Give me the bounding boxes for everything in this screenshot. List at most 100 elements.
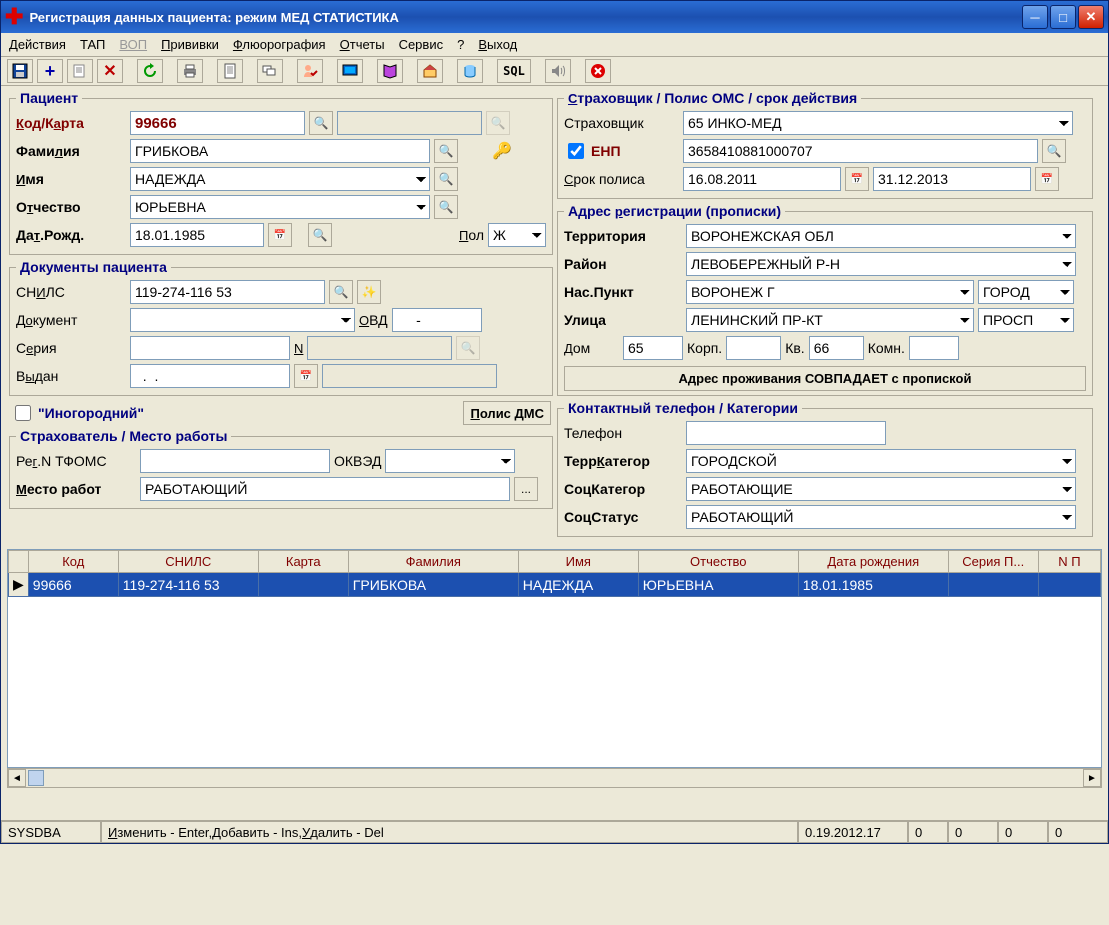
issued-by-input[interactable] xyxy=(322,364,497,388)
enp-input[interactable] xyxy=(683,139,1038,163)
save-icon[interactable] xyxy=(7,59,33,83)
sql-button[interactable]: SQL xyxy=(497,59,531,83)
add-icon[interactable]: + xyxy=(37,59,63,83)
soccat-input[interactable]: РАБОТАЮЩИЕ xyxy=(686,477,1076,501)
territory-input[interactable]: ВОРОНЕЖСКАЯ ОБЛ xyxy=(686,224,1076,248)
flat-input[interactable] xyxy=(809,336,864,360)
key-icon[interactable]: 🔑 xyxy=(490,139,514,163)
col-code[interactable]: Код xyxy=(28,551,118,573)
calendar-icon[interactable]: 📅 xyxy=(268,223,292,247)
place-browse-button[interactable]: ... xyxy=(514,477,538,501)
book-icon[interactable] xyxy=(377,59,403,83)
menu-service[interactable]: Сервис xyxy=(399,37,444,52)
menu-tap[interactable]: ТАП xyxy=(80,37,105,52)
screen-icon[interactable] xyxy=(337,59,363,83)
place-input[interactable] xyxy=(140,477,510,501)
maximize-button[interactable]: □ xyxy=(1050,5,1076,29)
menu-fluoro[interactable]: Флюорография xyxy=(233,37,326,52)
issued-calendar-icon[interactable]: 📅 xyxy=(294,364,318,388)
enp-lookup-icon[interactable]: 🔍 xyxy=(1042,139,1066,163)
phone-input[interactable] xyxy=(686,421,886,445)
regn-input[interactable] xyxy=(140,449,330,473)
socstat-input[interactable]: РАБОТАЮЩИЙ xyxy=(686,505,1076,529)
code-input[interactable] xyxy=(130,111,305,135)
n-input[interactable] xyxy=(307,336,452,360)
menu-help[interactable]: ? xyxy=(457,37,464,52)
minimize-button[interactable]: ─ xyxy=(1022,5,1048,29)
series-input[interactable] xyxy=(130,336,290,360)
doc-label: Документ xyxy=(16,312,126,328)
delete-icon[interactable]: ✕ xyxy=(97,59,123,83)
home-icon[interactable] xyxy=(417,59,443,83)
house-input[interactable] xyxy=(623,336,683,360)
edit-icon[interactable] xyxy=(67,59,93,83)
settlement-input[interactable]: ВОРОНЕЖ Г xyxy=(686,280,974,304)
street-input[interactable]: ЛЕНИНСКИЙ ПР-КТ xyxy=(686,308,974,332)
refresh-icon[interactable] xyxy=(137,59,163,83)
polis-dms-button[interactable]: Полис ДМС xyxy=(463,401,551,425)
col-surname[interactable]: Фамилия xyxy=(348,551,518,573)
dob-lookup-icon[interactable]: 🔍 xyxy=(308,223,332,247)
person-check-icon[interactable] xyxy=(297,59,323,83)
scroll-left-icon[interactable]: ◄ xyxy=(8,769,26,787)
name-input[interactable]: НАДЕЖДА xyxy=(130,167,430,191)
col-series[interactable]: Серия П... xyxy=(948,551,1038,573)
district-input[interactable]: ЛЕВОБЕРЕЖНЫЙ Р-Н xyxy=(686,252,1076,276)
menu-vaccines[interactable]: Прививки xyxy=(161,37,219,52)
code-lookup-icon[interactable]: 🔍 xyxy=(309,111,333,135)
menubar: Действия ТАП ВОП Прививки Флюорография О… xyxy=(1,33,1108,57)
settlement-type-input[interactable]: ГОРОД xyxy=(978,280,1074,304)
menu-exit[interactable]: Выход xyxy=(478,37,517,52)
sex-input[interactable]: Ж xyxy=(488,223,546,247)
status-hint: Изменить - Enter, Добавить - Ins, Удалит… xyxy=(101,821,798,843)
term-to-input[interactable] xyxy=(873,167,1031,191)
col-name[interactable]: Имя xyxy=(518,551,638,573)
stop-icon[interactable] xyxy=(585,59,611,83)
snils-action-icon[interactable]: ✨ xyxy=(357,280,381,304)
menu-actions[interactable]: Действия xyxy=(9,37,66,52)
patients-grid[interactable]: Код СНИЛС Карта Фамилия Имя Отчество Дат… xyxy=(7,549,1102,768)
ovd-input[interactable] xyxy=(392,308,482,332)
menu-reports[interactable]: Отчеты xyxy=(340,37,385,52)
snils-lookup-icon[interactable]: 🔍 xyxy=(329,280,353,304)
cards-icon[interactable] xyxy=(257,59,283,83)
surname-input[interactable] xyxy=(130,139,430,163)
horizontal-scrollbar[interactable]: ◄ ► xyxy=(7,768,1102,788)
address-match-button[interactable]: Адрес проживания СОВПАДАЕТ с пропиской xyxy=(564,366,1086,391)
col-patronymic[interactable]: Отчество xyxy=(638,551,798,573)
term-from-input[interactable] xyxy=(683,167,841,191)
patronymic-lookup-icon[interactable]: 🔍 xyxy=(434,195,458,219)
table-row[interactable]: ▶ 99666 119-274-116 53 ГРИБКОВА НАДЕЖДА … xyxy=(9,573,1101,597)
issued-date-input[interactable] xyxy=(130,364,290,388)
doc-input[interactable] xyxy=(130,308,355,332)
db-icon[interactable] xyxy=(457,59,483,83)
doc-icon[interactable] xyxy=(217,59,243,83)
insurer-input[interactable]: 65 ИНКО-МЕД xyxy=(683,111,1073,135)
dob-input[interactable] xyxy=(130,223,264,247)
snils-input[interactable] xyxy=(130,280,325,304)
surname-lookup-icon[interactable]: 🔍 xyxy=(434,139,458,163)
col-card[interactable]: Карта xyxy=(258,551,348,573)
col-snils[interactable]: СНИЛС xyxy=(118,551,258,573)
terrcat-input[interactable]: ГОРОДСКОЙ xyxy=(686,449,1076,473)
col-n[interactable]: N П xyxy=(1038,551,1100,573)
sound-icon[interactable] xyxy=(545,59,571,83)
patronymic-input[interactable]: ЮРЬЕВНА xyxy=(130,195,430,219)
name-lookup-icon[interactable]: 🔍 xyxy=(434,167,458,191)
street-type-input[interactable]: ПРОСП xyxy=(978,308,1074,332)
print-icon[interactable] xyxy=(177,59,203,83)
term-to-calendar-icon[interactable]: 📅 xyxy=(1035,167,1059,191)
card-input[interactable] xyxy=(337,111,482,135)
korp-input[interactable] xyxy=(726,336,781,360)
street-label: Улица xyxy=(564,312,682,328)
scroll-thumb[interactable] xyxy=(28,770,44,786)
n-label: N xyxy=(294,340,303,356)
col-dob[interactable]: Дата рождения xyxy=(798,551,948,573)
room-input[interactable] xyxy=(909,336,959,360)
close-button[interactable]: ✕ xyxy=(1078,5,1104,29)
term-from-calendar-icon[interactable]: 📅 xyxy=(845,167,869,191)
scroll-right-icon[interactable]: ► xyxy=(1083,769,1101,787)
okved-input[interactable] xyxy=(385,449,515,473)
nonresident-checkbox[interactable] xyxy=(15,405,31,421)
enp-checkbox[interactable] xyxy=(568,143,584,159)
